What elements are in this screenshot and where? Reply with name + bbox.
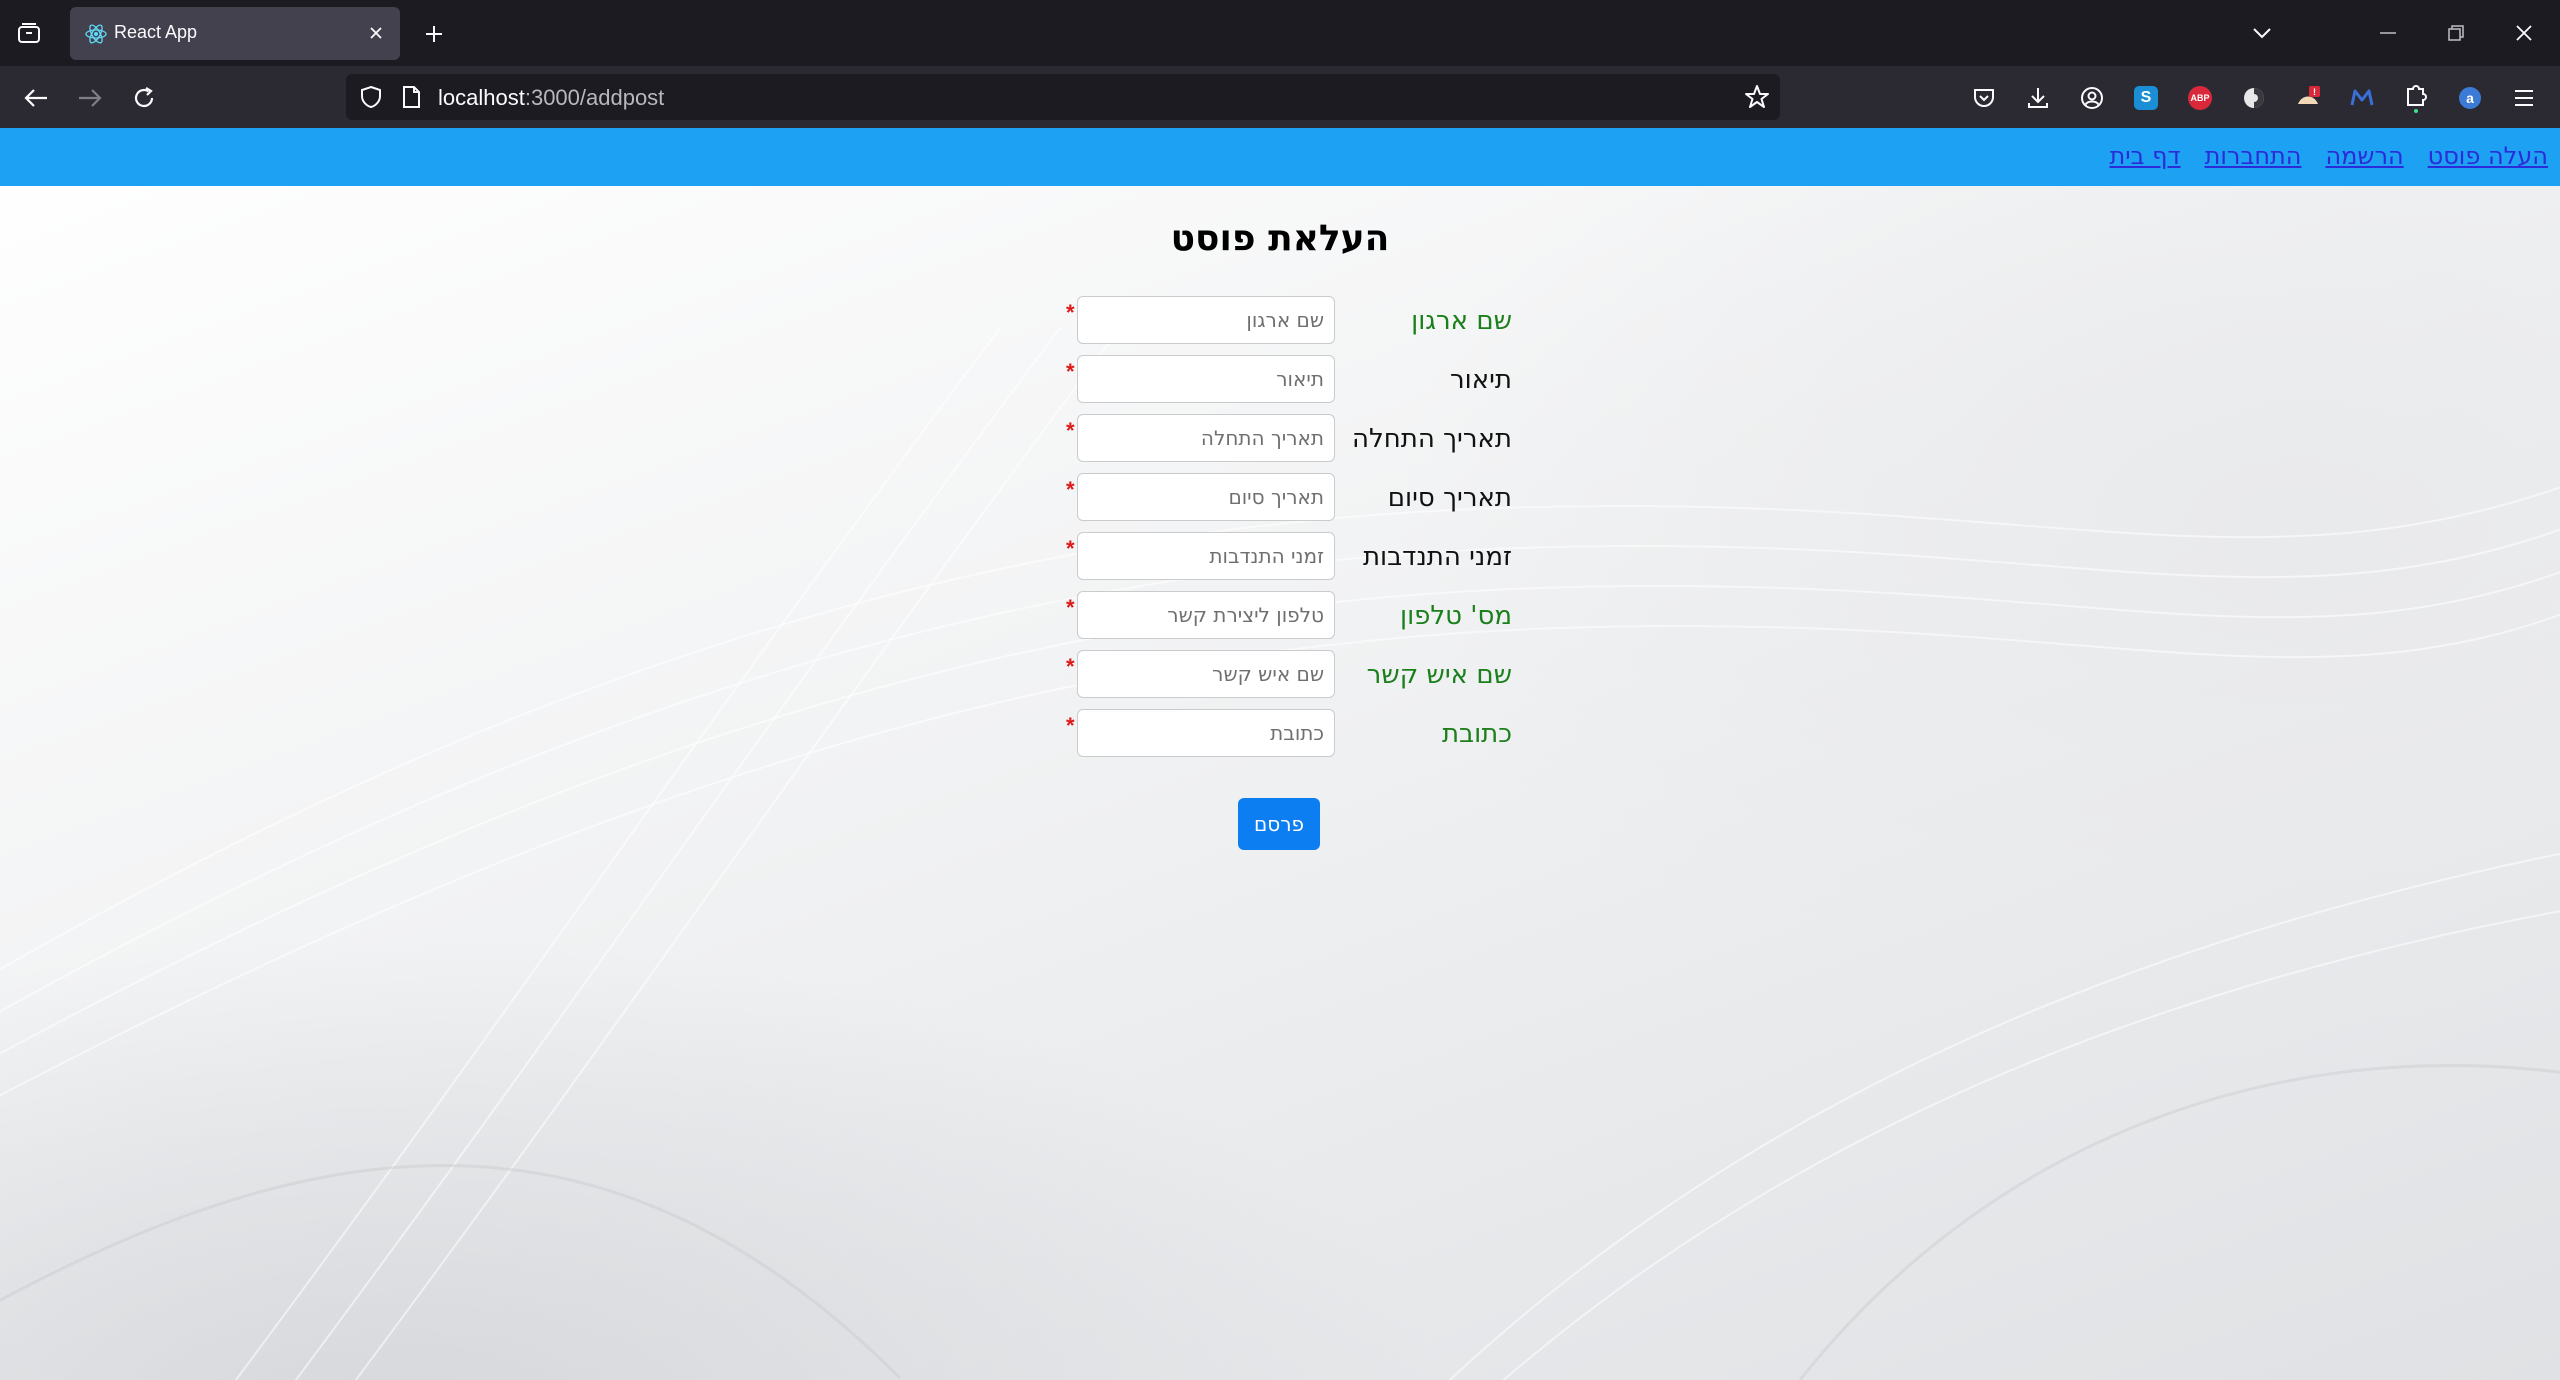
form-row-phone: * מס' טלפון	[1050, 591, 1520, 639]
form-row-volunteer-times: * זמני התנדבות	[1050, 532, 1520, 580]
close-tab-icon[interactable]	[364, 21, 388, 45]
forward-arrow-icon[interactable]	[72, 80, 108, 116]
pocket-icon[interactable]	[1968, 82, 2000, 114]
required-mark: *	[1066, 654, 1075, 679]
page-viewport: דף בית התחברות הרשמה העלה פוסט העלאת פוס…	[0, 128, 2560, 1380]
start-date-label: תאריך התחלה	[1351, 424, 1512, 454]
nav-link-add-post[interactable]: העלה פוסט	[2428, 142, 2548, 170]
publish-button[interactable]: פרסם	[1238, 798, 1320, 850]
download-icon[interactable]	[2022, 82, 2054, 114]
a-extension-icon[interactable]: a	[2454, 82, 2486, 114]
phone-input[interactable]	[1077, 591, 1335, 639]
phone-label: מס' טלפון	[1400, 601, 1512, 631]
site-header: דף בית התחברות הרשמה העלה פוסט	[0, 128, 2560, 186]
site-nav: דף בית התחברות הרשמה העלה פוסט	[2109, 142, 2548, 170]
end-date-input[interactable]	[1077, 473, 1335, 521]
volunteer-times-input[interactable]	[1077, 532, 1335, 580]
form-row-description: * תיאור	[1050, 355, 1520, 403]
end-date-label: תאריך סיום	[1387, 483, 1512, 513]
contact-name-input[interactable]	[1077, 650, 1335, 698]
browser-tab[interactable]: React App	[70, 7, 400, 60]
required-mark: *	[1066, 536, 1075, 561]
alert-extension-icon[interactable]: !	[2292, 82, 2324, 114]
svg-text:a: a	[2466, 90, 2474, 106]
organization-name-input[interactable]	[1077, 296, 1335, 344]
address-label: כתובת	[1441, 719, 1512, 749]
nav-link-register[interactable]: הרשמה	[2325, 142, 2403, 170]
browser-nav-bar: localhost:3000/addpost S ABP ! a	[0, 66, 2560, 128]
bookmark-star-icon[interactable]	[1744, 84, 1770, 110]
menu-icon[interactable]	[2508, 82, 2540, 114]
url-text: localhost:3000/addpost	[438, 85, 665, 110]
puzzle-extensions-icon[interactable]	[2400, 82, 2432, 114]
start-date-input[interactable]	[1077, 414, 1335, 462]
s-extension-icon[interactable]: S	[2130, 82, 2162, 114]
react-logo-icon	[84, 22, 108, 46]
page-info-icon[interactable]	[398, 84, 424, 110]
tracking-shield-icon[interactable]	[358, 84, 384, 110]
address-input[interactable]	[1077, 709, 1335, 757]
page-title: העלאת פוסט	[1170, 218, 1390, 259]
required-mark: *	[1066, 477, 1075, 502]
minimize-icon[interactable]	[2370, 16, 2406, 50]
required-mark: *	[1066, 595, 1075, 620]
tab-list-icon[interactable]	[14, 19, 44, 47]
description-label: תיאור	[1449, 365, 1512, 395]
address-bar[interactable]: localhost:3000/addpost	[346, 74, 1780, 120]
nav-link-home[interactable]: דף בית	[2109, 142, 2180, 170]
form-row-start-date: * תאריך התחלה	[1050, 414, 1520, 462]
form-row-address: * כתובת	[1050, 709, 1520, 757]
close-window-icon[interactable]	[2506, 16, 2542, 50]
restore-icon[interactable]	[2438, 16, 2474, 50]
required-mark: *	[1066, 713, 1075, 738]
back-arrow-icon[interactable]	[18, 80, 54, 116]
description-input[interactable]	[1077, 355, 1335, 403]
form-row-end-date: * תאריך סיום	[1050, 473, 1520, 521]
nav-link-login[interactable]: התחברות	[2205, 142, 2302, 170]
new-tab-icon[interactable]	[418, 18, 450, 50]
svg-text:!: !	[2313, 87, 2316, 97]
m-extension-icon[interactable]	[2346, 82, 2378, 114]
privacy-badger-icon[interactable]	[2238, 82, 2270, 114]
contact-name-label: שם איש קשר	[1366, 660, 1512, 690]
reload-icon[interactable]	[126, 80, 162, 116]
form-row-organization: * שם ארגון	[1050, 296, 1520, 344]
volunteer-times-label: זמני התנדבות	[1362, 542, 1512, 572]
required-mark: *	[1066, 300, 1075, 325]
form-row-contact-name: * שם איש קשר	[1050, 650, 1520, 698]
account-icon[interactable]	[2076, 82, 2108, 114]
chevron-down-icon[interactable]	[2244, 16, 2280, 50]
tab-title: React App	[114, 22, 198, 42]
browser-tab-bar: React App	[0, 0, 2560, 66]
adblock-plus-icon[interactable]: ABP	[2184, 82, 2216, 114]
required-mark: *	[1066, 418, 1075, 443]
organization-name-label: שם ארגון	[1411, 306, 1512, 336]
required-mark: *	[1066, 359, 1075, 384]
